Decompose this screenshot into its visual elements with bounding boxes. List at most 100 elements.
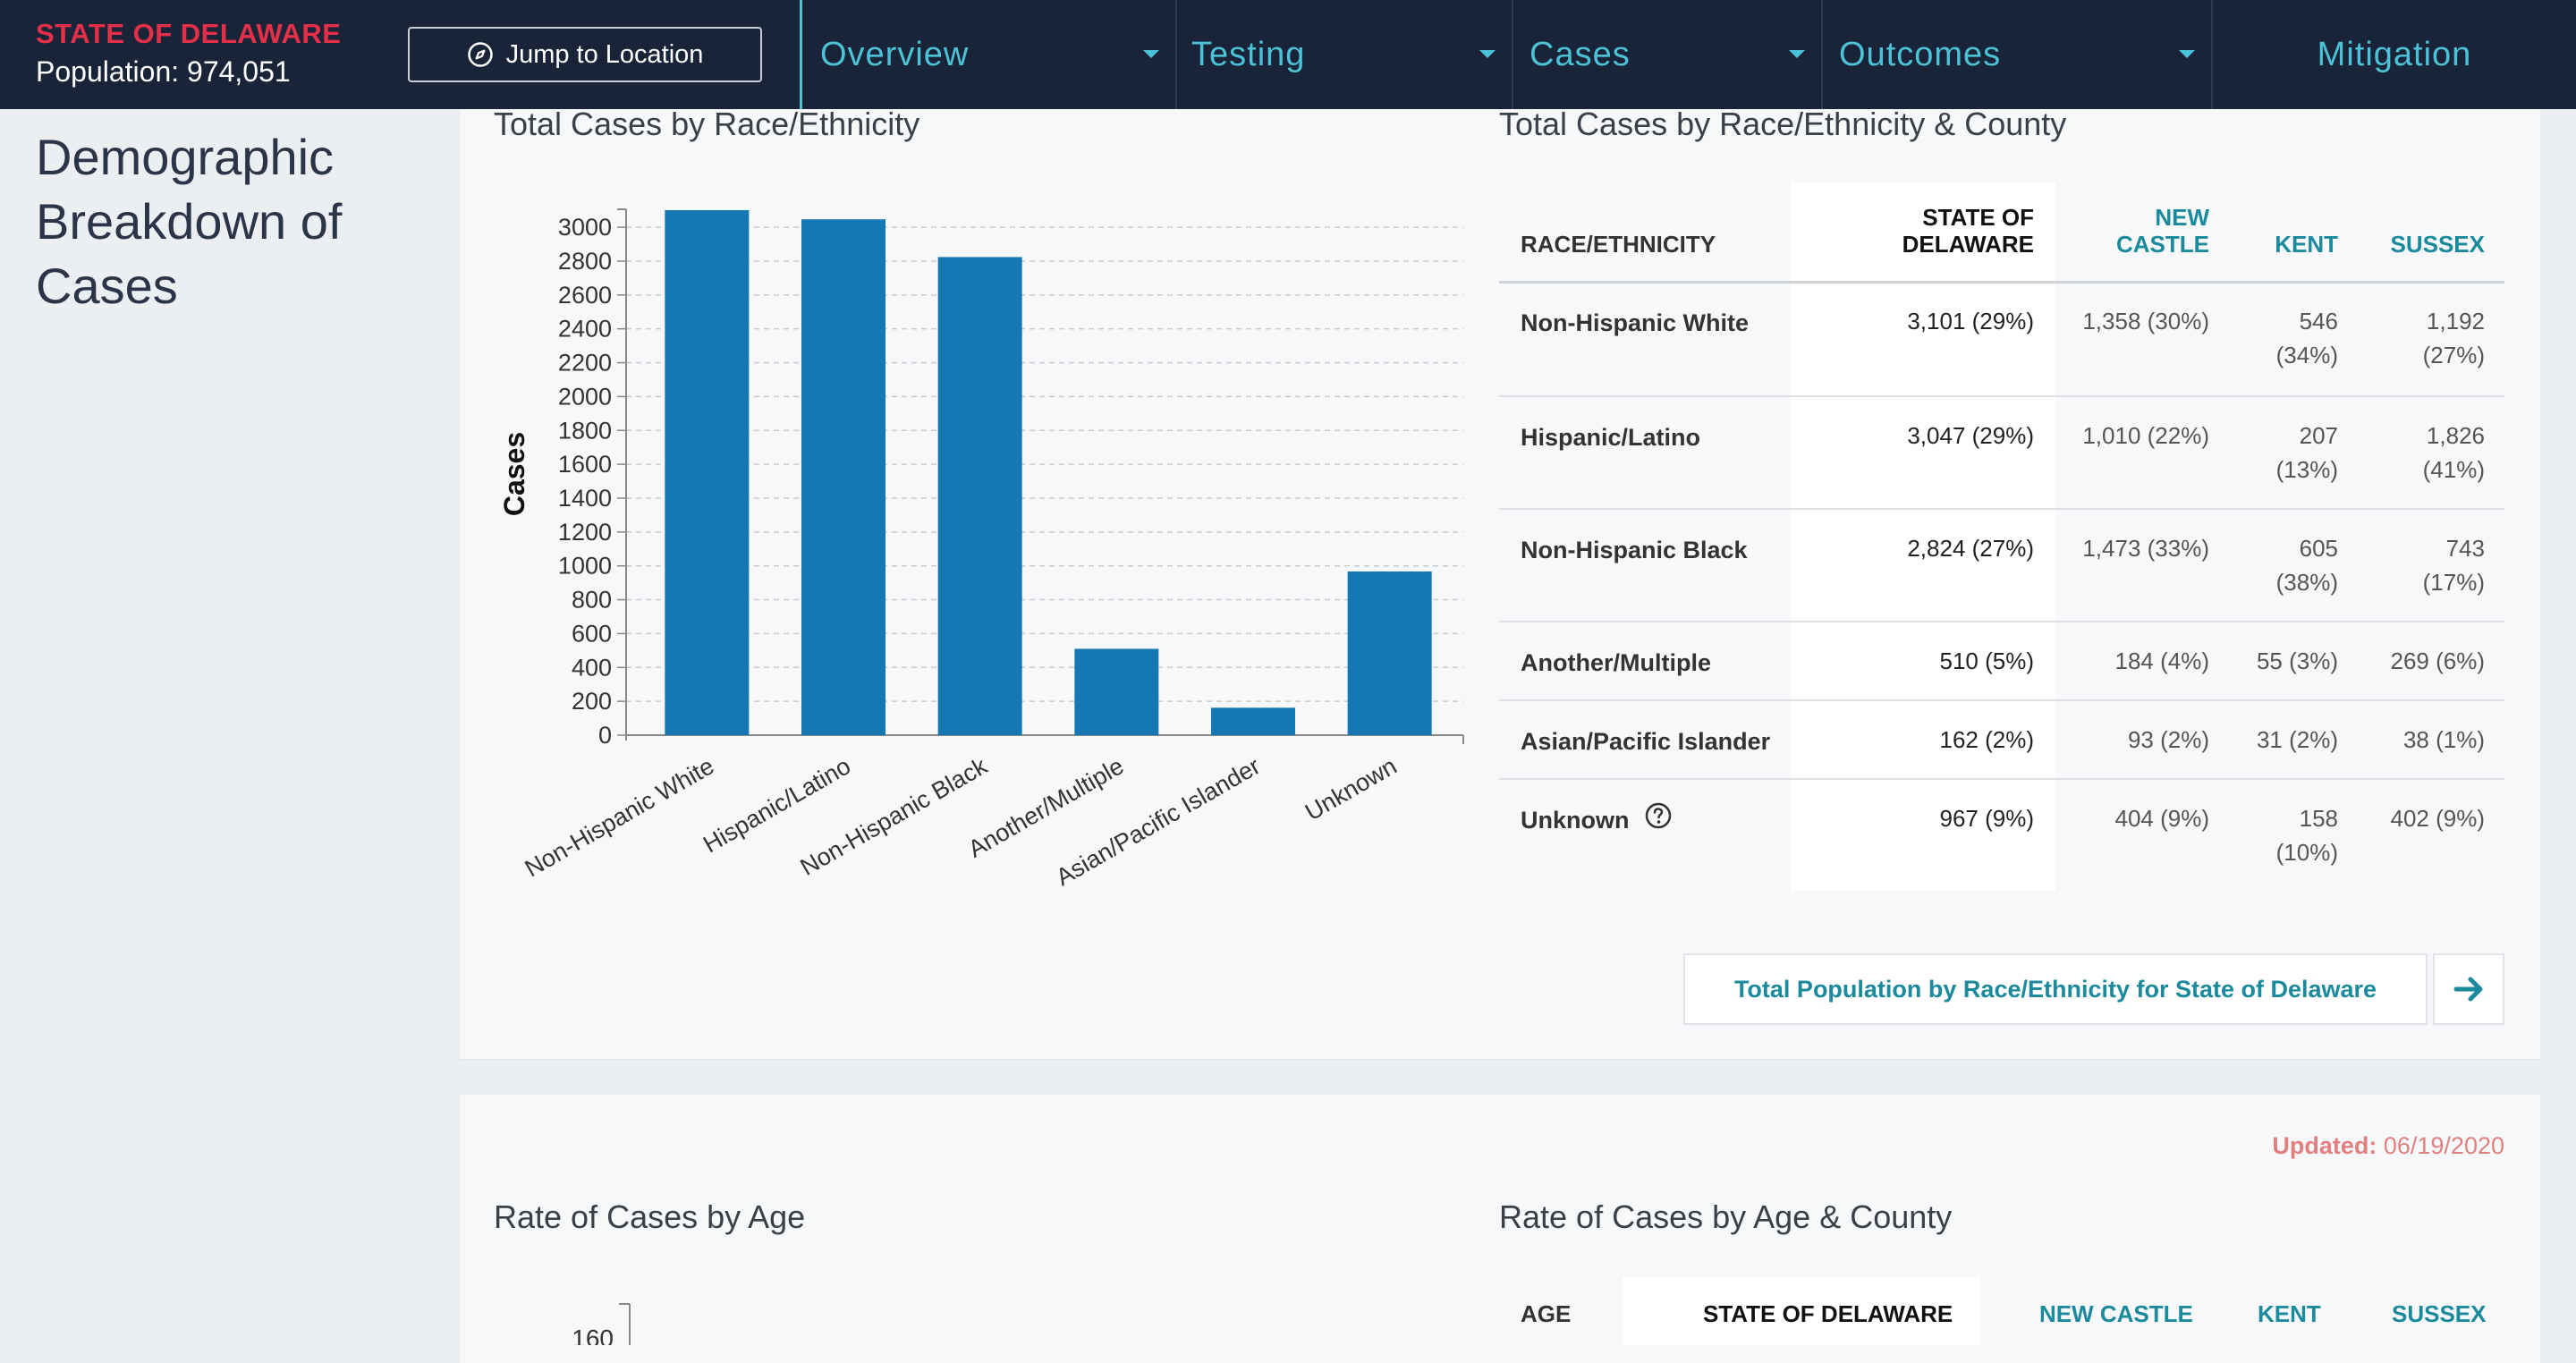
col-header-new-castle-line1: NEW bbox=[2155, 204, 2209, 231]
y-tick-label: 0 bbox=[598, 722, 612, 749]
cell-new-castle: 404 (9%) bbox=[2114, 805, 2210, 832]
chevron-down-icon bbox=[1479, 50, 1496, 58]
cell-sussex: 1,826 (41%) bbox=[2423, 419, 2485, 487]
nav-testing[interactable]: Testing bbox=[1175, 0, 1512, 109]
col-header-state-line2: DELAWARE bbox=[1902, 231, 2034, 258]
nav-mitigation-label: Mitigation bbox=[2317, 35, 2472, 73]
cell-kent: 207 (13%) bbox=[2276, 419, 2338, 487]
nav-overview-label: Overview bbox=[820, 35, 970, 73]
help-question-icon[interactable] bbox=[1644, 801, 1673, 830]
y-tick-label: 1000 bbox=[558, 553, 612, 580]
cell-sussex-line1: 1,192 bbox=[2426, 308, 2485, 334]
row-divider bbox=[1499, 778, 2504, 780]
age-col-header-sussex[interactable]: SUSSEX bbox=[2392, 1300, 2487, 1327]
cell-sussex-line1: 1,826 bbox=[2426, 422, 2485, 449]
race-chart-title: Total Cases by Race/Ethnicity bbox=[494, 106, 920, 142]
top-navigation-bar: STATE OF DELAWARE Population: 974,051 Ju… bbox=[0, 0, 2576, 109]
y-tick-label: 2800 bbox=[558, 248, 612, 275]
y-tick-label: 2000 bbox=[558, 383, 612, 410]
cell-sussex-line1: 743 bbox=[2445, 535, 2485, 562]
cell-state: 3,101 (29%) bbox=[1907, 308, 2034, 334]
cell-sussex: 269 (6%) bbox=[2391, 644, 2486, 678]
bar bbox=[937, 257, 1022, 735]
race-bar-chart: Cases 0 200 400 600 800 1000 1200 1400 1600 1800 2… bbox=[498, 208, 1464, 891]
x-tick-label: Unknown bbox=[1301, 752, 1401, 825]
cell-kent: 546 (34%) bbox=[2276, 304, 2338, 372]
cell-sussex: 743 (17%) bbox=[2423, 531, 2485, 599]
age-chart-title: Rate of Cases by Age bbox=[494, 1198, 806, 1235]
cell-kent: 55 (3%) bbox=[2257, 644, 2338, 678]
col-header-kent[interactable]: KENT bbox=[2275, 231, 2338, 258]
cell-sussex-line1: 38 (1%) bbox=[2402, 726, 2485, 753]
y-tick-label: 1400 bbox=[558, 485, 612, 512]
cell-new-castle: 184 (4%) bbox=[2114, 648, 2210, 674]
age-col-header-state: STATE OF DELAWARE bbox=[1703, 1300, 1953, 1327]
cell-state: 967 (9%) bbox=[1939, 805, 2035, 832]
bar bbox=[1347, 571, 1432, 735]
col-header-sussex[interactable]: SUSSEX bbox=[2391, 231, 2486, 258]
y-tick-label: 800 bbox=[572, 587, 612, 614]
cell-kent-line2: (10%) bbox=[2275, 839, 2338, 866]
cell-sussex-line1: 402 (9%) bbox=[2390, 805, 2486, 832]
row-divider bbox=[1499, 395, 2504, 397]
updated-label: Updated: bbox=[2272, 1132, 2377, 1159]
col-header-state: STATE OF DELAWARE bbox=[1902, 204, 2034, 258]
total-population-button[interactable]: Total Population by Race/Ethnicity for S… bbox=[1683, 953, 2428, 1025]
cell-kent: 31 (2%) bbox=[2257, 723, 2338, 757]
total-population-button-label: Total Population by Race/Ethnicity for S… bbox=[1733, 975, 2377, 1003]
compass-icon bbox=[467, 42, 493, 67]
age-y-tick-label: 160 bbox=[572, 1325, 614, 1345]
row-divider bbox=[1499, 699, 2504, 701]
bar bbox=[1211, 707, 1295, 735]
nav-overview[interactable]: Overview bbox=[800, 0, 1175, 109]
nav-mitigation[interactable]: Mitigation bbox=[2211, 0, 2576, 109]
cell-new-castle: 93 (2%) bbox=[2127, 726, 2209, 753]
y-tick-label: 600 bbox=[572, 620, 612, 647]
cell-kent-line1: 158 bbox=[2299, 805, 2338, 832]
y-tick-label: 200 bbox=[572, 688, 612, 715]
section-title: Demographic Breakdown of Cases bbox=[36, 125, 411, 318]
cell-state: 510 (5%) bbox=[1939, 648, 2035, 674]
brand-block: STATE OF DELAWARE Population: 974,051 bbox=[36, 18, 341, 89]
population-label: Population: 974,051 bbox=[36, 55, 291, 88]
nav-outcomes-label: Outcomes bbox=[1839, 35, 2002, 73]
age-col-header-age: AGE bbox=[1521, 1300, 1572, 1327]
x-tick-label: Non-Hispanic White bbox=[521, 752, 719, 882]
header-divider bbox=[1499, 281, 2504, 284]
cell-sussex: 402 (9%) bbox=[2391, 801, 2486, 835]
age-col-header-new-castle[interactable]: NEW CASTLE bbox=[2039, 1300, 2193, 1327]
row-label: Another/Multiple bbox=[1521, 649, 1711, 676]
cell-state: 3,047 (29%) bbox=[1907, 422, 2034, 449]
jump-to-location-label: Jump to Location bbox=[505, 39, 704, 69]
cell-kent-line2: (13%) bbox=[2275, 456, 2338, 483]
y-tick-label: 3000 bbox=[558, 214, 612, 241]
y-axis-label: Cases bbox=[498, 432, 530, 516]
cell-sussex-line2: (41%) bbox=[2422, 456, 2485, 483]
total-population-arrow-button[interactable] bbox=[2433, 953, 2504, 1025]
col-header-new-castle[interactable]: NEW CASTLE bbox=[2116, 204, 2209, 258]
y-tick-label: 2400 bbox=[558, 316, 612, 343]
row-label: Unknown bbox=[1521, 807, 1630, 834]
cell-sussex: 38 (1%) bbox=[2403, 723, 2485, 757]
cell-sussex-line2: (27%) bbox=[2422, 342, 2485, 368]
cell-kent-line1: 546 bbox=[2299, 308, 2338, 334]
chevron-down-icon bbox=[2179, 50, 2195, 58]
row-label: Asian/Pacific Islander bbox=[1521, 728, 1771, 755]
cell-kent-line2: (38%) bbox=[2275, 569, 2338, 596]
updated-timestamp: Updated: 06/19/2020 bbox=[2272, 1132, 2504, 1160]
cell-kent-line1: 55 (3%) bbox=[2256, 648, 2338, 674]
bar bbox=[1074, 648, 1159, 735]
age-col-header-kent[interactable]: KENT bbox=[2258, 1300, 2321, 1327]
race-table-title: Total Cases by Race/Ethnicity & County bbox=[1499, 106, 2067, 142]
cell-state: 162 (2%) bbox=[1939, 726, 2035, 753]
cell-kent-line1: 207 bbox=[2299, 422, 2338, 449]
col-header-race: RACE/ETHNICITY bbox=[1521, 231, 1716, 258]
cell-kent: 605 (38%) bbox=[2276, 531, 2338, 599]
nav-outcomes[interactable]: Outcomes bbox=[1821, 0, 2211, 109]
nav-cases[interactable]: Cases bbox=[1512, 0, 1821, 109]
nav-testing-label: Testing bbox=[1191, 35, 1306, 73]
chevron-down-icon bbox=[1143, 50, 1159, 58]
row-label: Hispanic/Latino bbox=[1521, 424, 1701, 451]
jump-to-location-button[interactable]: Jump to Location bbox=[408, 27, 762, 82]
row-label: Non-Hispanic Black bbox=[1521, 537, 1748, 563]
